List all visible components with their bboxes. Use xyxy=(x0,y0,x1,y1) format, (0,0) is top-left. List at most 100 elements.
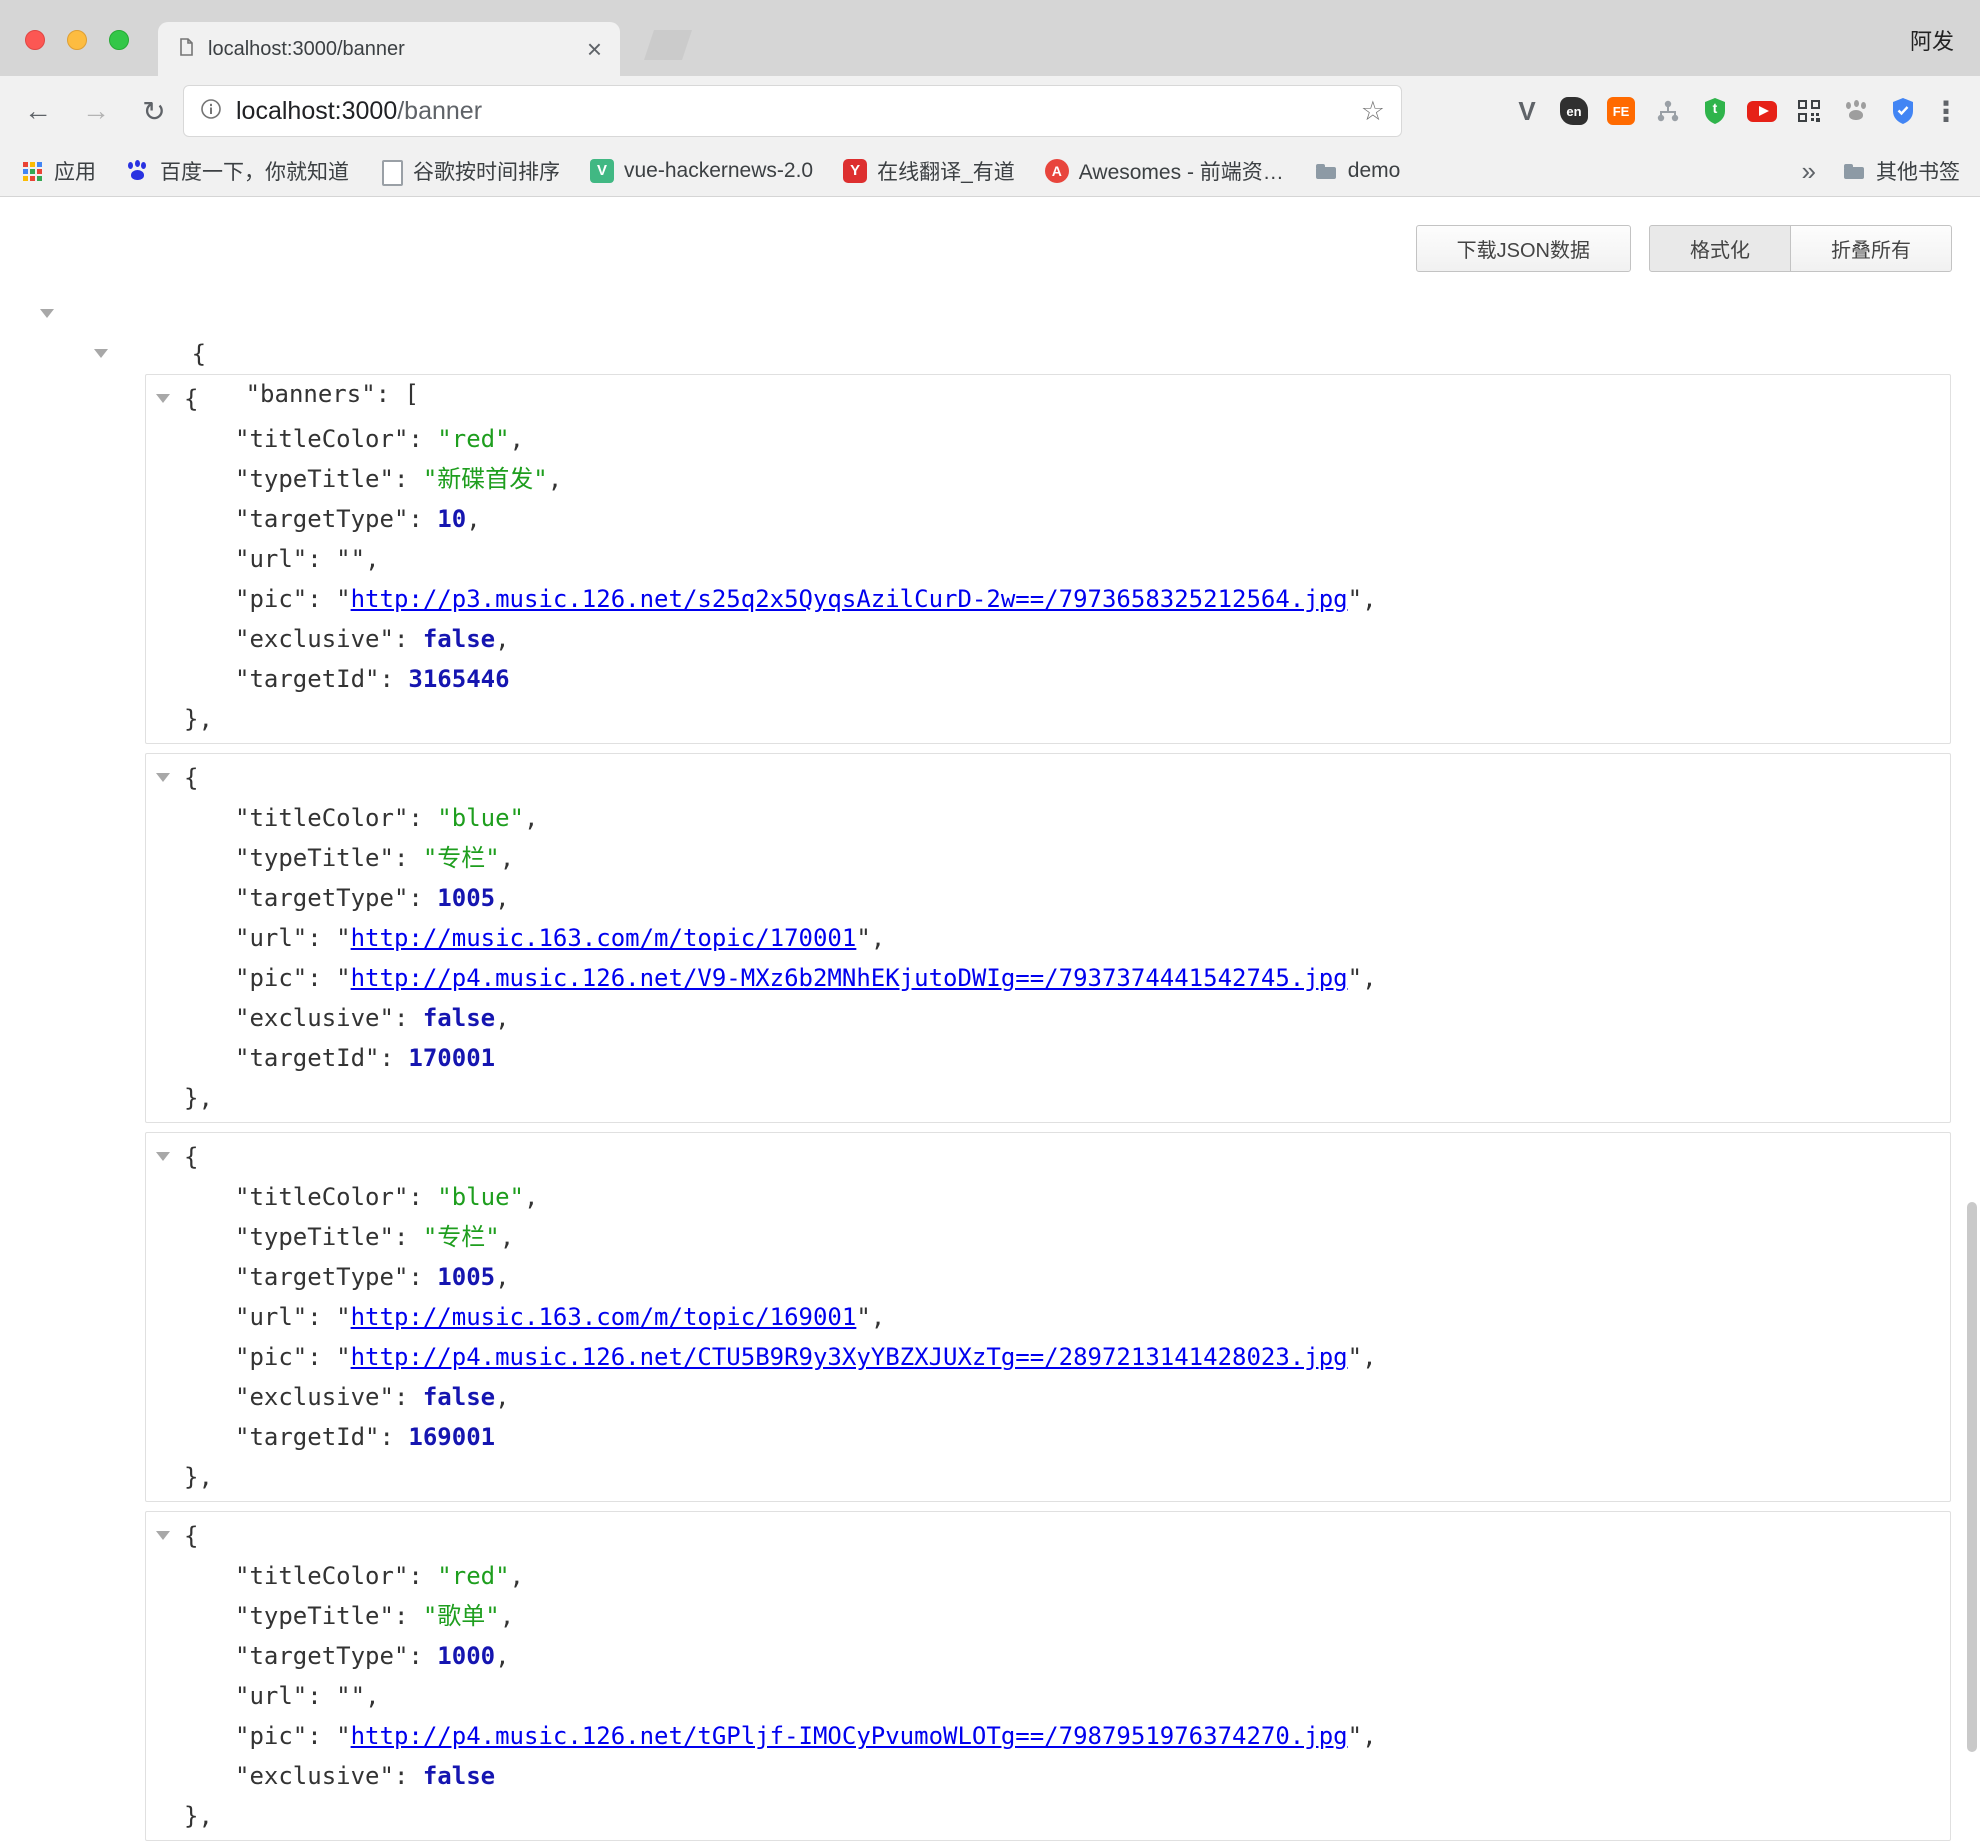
collapse-triangle-icon[interactable] xyxy=(156,1152,170,1161)
json-token: 1005 xyxy=(437,884,495,912)
json-token: "red" xyxy=(437,425,509,453)
json-token: : xyxy=(394,1004,423,1032)
json-token: : xyxy=(394,1383,423,1411)
json-token: "exclusive" xyxy=(235,625,394,653)
bookmarks-overflow-icon[interactable]: » xyxy=(1802,156,1832,187)
browser-tab[interactable]: localhost:3000/banner × xyxy=(158,22,620,76)
json-token: , xyxy=(495,1263,509,1291)
json-token: " xyxy=(336,1343,350,1371)
bookmark-item-baidu[interactable]: 百度一下，你就知道 xyxy=(126,156,349,186)
json-token: : xyxy=(408,1263,437,1291)
json-url-link[interactable]: http://music.163.com/m/topic/170001 xyxy=(351,924,857,952)
collapse-all-button[interactable]: 折叠所有 xyxy=(1790,225,1952,272)
json-token: , xyxy=(871,924,885,952)
json-token: : xyxy=(394,1762,423,1790)
format-collapse-group: 格式化 折叠所有 xyxy=(1649,225,1952,272)
property-line: "url": "http://music.163.com/m/topic/170… xyxy=(146,918,1950,958)
blue-shield-extension-icon[interactable] xyxy=(1888,96,1918,126)
json-token: , xyxy=(1362,964,1376,992)
apps-grid-icon xyxy=(20,159,44,183)
address-bar[interactable]: localhost:3000/banner ☆ xyxy=(183,85,1402,137)
format-button[interactable]: 格式化 xyxy=(1649,225,1791,272)
bookmark-label: 在线翻译_有道 xyxy=(877,156,1015,186)
json-url-link[interactable]: http://p4.music.126.net/tGPljf-IMOCyPvum… xyxy=(351,1722,1348,1750)
tab-close-icon[interactable]: × xyxy=(587,36,602,62)
baidu-paw-icon xyxy=(126,159,150,183)
json-token: "typeTitle" xyxy=(235,1602,394,1630)
paw-extension-icon[interactable] xyxy=(1841,96,1871,126)
json-token: "url" xyxy=(235,924,307,952)
json-token: : xyxy=(394,625,423,653)
json-token: : xyxy=(394,1602,423,1630)
collapse-triangle-icon[interactable] xyxy=(156,394,170,403)
vimium-extension-icon[interactable]: V xyxy=(1512,96,1542,126)
banner-object-box: {"titleColor": "blue","typeTitle": "专栏",… xyxy=(145,753,1951,1123)
translate-en-glyph: en xyxy=(1560,97,1588,125)
property-line: "titleColor": "blue", xyxy=(146,1177,1950,1217)
json-token: "targetId" xyxy=(235,1044,380,1072)
json-url-link[interactable]: http://p4.music.126.net/CTU5B9R9y3XyYBZX… xyxy=(351,1343,1348,1371)
json-token: 3165446 xyxy=(408,665,509,693)
bookmark-item-page[interactable]: 谷歌按时间排序 xyxy=(379,156,560,186)
property-line: "targetType": 1005, xyxy=(146,878,1950,918)
org-chart-extension-icon[interactable] xyxy=(1653,96,1683,126)
bookmark-item-demo[interactable]: demo xyxy=(1314,159,1401,183)
json-token: " xyxy=(336,964,350,992)
json-url-link[interactable]: http://p3.music.126.net/s25q2x5QyqsAzilC… xyxy=(351,585,1348,613)
scrollbar-thumb[interactable] xyxy=(1967,1202,1977,1752)
other-bookmarks-folder[interactable]: 其他书签 xyxy=(1842,156,1960,186)
fe-extension-icon[interactable]: FE xyxy=(1606,96,1636,126)
bookmark-star-icon[interactable]: ☆ xyxy=(1361,96,1385,127)
profile-name[interactable]: 阿发 xyxy=(1910,24,1954,56)
json-token: "targetType" xyxy=(235,1263,408,1291)
browser-menu-icon[interactable]: ⋮ xyxy=(1932,76,1960,146)
json-token: : xyxy=(307,964,336,992)
new-tab-button[interactable] xyxy=(644,30,692,60)
collapse-triangle-icon[interactable] xyxy=(156,1531,170,1540)
json-token: "pic" xyxy=(235,1722,307,1750)
fe-glyph: FE xyxy=(1607,97,1635,125)
json-token: : xyxy=(307,1343,336,1371)
json-token: , xyxy=(500,1223,514,1251)
json-token: "歌单" xyxy=(423,1602,500,1630)
property-line: "url": "http://music.163.com/m/topic/169… xyxy=(146,1297,1950,1337)
bookmark-item-awesomes[interactable]: AAwesomes - 前端资… xyxy=(1045,156,1284,186)
json-token: { xyxy=(184,1522,198,1550)
object-close-line: }, xyxy=(146,1796,1950,1836)
green-shield-extension-icon[interactable]: t xyxy=(1700,96,1730,126)
json-token: " xyxy=(336,585,350,613)
bookmark-item-apps[interactable]: 应用 xyxy=(20,156,96,186)
json-url-link[interactable]: http://p4.music.126.net/V9-MXz6b2MNhEKju… xyxy=(351,964,1348,992)
youtube-extension-icon[interactable] xyxy=(1747,96,1777,126)
bookmark-item-vue[interactable]: Vvue-hackernews-2.0 xyxy=(590,159,813,183)
json-token: , xyxy=(548,465,562,493)
bookmark-item-youdao[interactable]: Y在线翻译_有道 xyxy=(843,156,1015,186)
json-token: 170001 xyxy=(408,1044,495,1072)
forward-button[interactable]: → xyxy=(80,95,112,127)
json-token: "titleColor" xyxy=(235,1183,408,1211)
close-window-button[interactable] xyxy=(25,30,45,50)
back-button[interactable]: ← xyxy=(22,95,54,127)
json-url-link[interactable]: http://music.163.com/m/topic/169001 xyxy=(351,1303,857,1331)
json-token: : xyxy=(408,505,437,533)
reload-button[interactable]: ↻ xyxy=(138,95,170,128)
page-info-icon[interactable] xyxy=(200,98,222,125)
json-token: " xyxy=(856,1303,870,1331)
download-json-button[interactable]: 下载JSON数据 xyxy=(1416,225,1631,272)
json-token: "typeTitle" xyxy=(235,844,394,872)
json-token: "blue" xyxy=(437,804,524,832)
json-token: "targetType" xyxy=(235,884,408,912)
collapse-triangle-icon[interactable] xyxy=(40,309,54,318)
property-line: "targetId": 170001 xyxy=(146,1038,1950,1078)
translate-extension-icon[interactable]: en xyxy=(1559,96,1589,126)
collapse-triangle-icon[interactable] xyxy=(94,349,108,358)
qrcode-extension-icon[interactable] xyxy=(1794,96,1824,126)
json-token: false xyxy=(423,1383,495,1411)
zoom-window-button[interactable] xyxy=(109,30,129,50)
json-token: : xyxy=(307,1722,336,1750)
json-token: , xyxy=(365,545,379,573)
json-token: "pic" xyxy=(235,585,307,613)
minimize-window-button[interactable] xyxy=(67,30,87,50)
json-token: "blue" xyxy=(437,1183,524,1211)
collapse-triangle-icon[interactable] xyxy=(156,773,170,782)
